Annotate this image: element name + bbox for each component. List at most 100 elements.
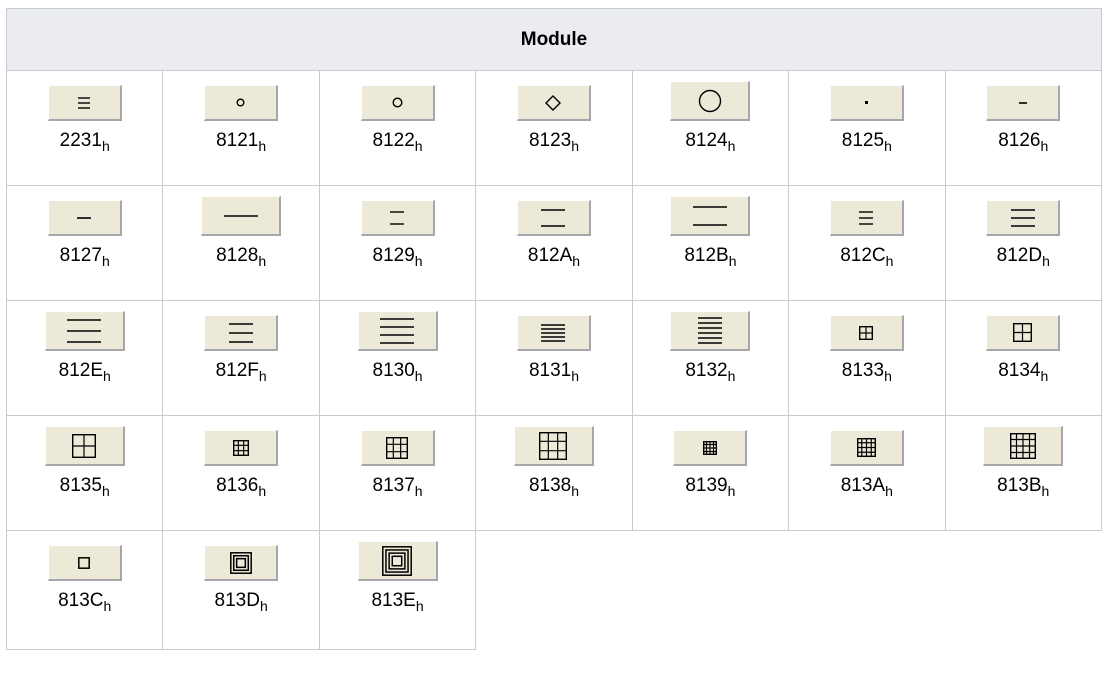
module-code: 812Ch [789,245,944,272]
module-button-8125[interactable] [829,85,904,121]
module-code-value: 813B [997,475,1042,496]
module-button-8124[interactable] [670,81,751,121]
module-button-8137[interactable] [360,430,435,466]
module-button-8126[interactable] [986,85,1061,121]
module-cell: 8132h [631,300,790,416]
module-code: 8135h [7,475,162,502]
module-code-value: 8129 [372,245,415,266]
dash-icon [77,216,92,219]
module-code-value: 8134 [998,360,1041,381]
module-code-value: 8127 [59,245,102,266]
large-grid-3x3-icon [539,431,568,460]
module-button-812e[interactable] [44,311,125,351]
three-lines-icon [1010,208,1035,227]
module-code-value: 8133 [841,360,885,381]
module-button-813b[interactable] [983,426,1064,466]
hex-subscript: h [884,368,892,384]
small-grid-2x2-icon [859,325,874,340]
five-lines-icon [541,323,566,342]
module-code: 813Eh [320,590,475,617]
table-header: Module [6,8,1102,71]
module-code-value: 813D [214,590,260,611]
module-button-812a[interactable] [516,200,591,236]
hex-subscript: h [1040,368,1049,384]
six-lines-icon [697,317,722,344]
module-button-8122[interactable] [360,85,435,121]
module-code: 812Ah [476,245,631,272]
module-code-value: 8123 [528,130,572,151]
hex-subscript: h [572,253,581,269]
module-button-2231[interactable] [47,85,122,121]
empty-cell [632,531,788,650]
hex-subscript: h [103,368,111,384]
module-button-8136[interactable] [204,430,279,466]
module-code: 8126h [946,130,1101,157]
module-cell: 8122h [318,70,477,186]
module-code: 8122h [320,130,475,157]
table-row: 812Eh 812Fh 8130h 8131h 8132h 8133h 8134h [5,300,1102,416]
module-button-812c[interactable] [829,200,904,236]
module-code-value: 8131 [528,360,572,381]
short-dash-icon [1018,101,1027,104]
table-row: 8135h 8136h 8137h 8138h 8139h 813Ah 813Bh [5,415,1102,531]
module-button-8134[interactable] [986,315,1061,351]
module-button-8133[interactable] [829,315,904,351]
module-button-8138[interactable] [513,426,594,466]
module-button-813d[interactable] [204,545,279,581]
module-cell: 8129h [318,185,477,301]
module-button-8127[interactable] [47,200,122,236]
hex-subscript: h [727,368,736,384]
module-button-8132[interactable] [670,311,751,351]
large-circle-icon [698,89,722,113]
module-code-value: 8125 [841,130,885,151]
three-lines-small-icon [78,96,91,109]
module-button-812b[interactable] [670,196,751,236]
module-button-8123[interactable] [516,85,591,121]
hex-subscript: h [1042,253,1050,269]
hex-subscript: h [571,138,580,154]
large-grid-2x2-icon [72,433,97,458]
module-code: 812Dh [946,245,1101,272]
hex-subscript: h [414,483,423,499]
module-button-813c[interactable] [47,545,122,581]
module-code: 813Bh [946,475,1101,502]
module-code: 813Ch [7,590,162,617]
module-button-8130[interactable] [357,311,438,351]
dot-icon [864,101,868,104]
module-button-813a[interactable] [829,430,904,466]
small-grid-3x3-icon [232,439,249,456]
table-row: 8127h 8128h 8129h 812Ah 812Bh 812Ch 812Dh [5,185,1102,301]
module-code: 8131h [476,360,631,387]
module-code: 813Ah [789,475,944,502]
module-button-813e[interactable] [357,541,438,581]
module-button-8121[interactable] [204,85,279,121]
module-code: 8129h [320,245,475,272]
module-table: Module 2231h 8121h 8122h 8123h 8124h 8125h 812… [5,8,1102,650]
module-code-value: 812B [684,245,729,266]
module-cell: 8127h [5,185,164,301]
hex-subscript: h [101,483,110,499]
hex-subscript: h [885,483,893,499]
three-medium-lines-icon [228,322,253,343]
module-code-value: 8132 [685,360,728,381]
small-grid-4x4-icon [702,440,717,455]
module-button-812d[interactable] [986,200,1061,236]
module-button-812f[interactable] [204,315,279,351]
module-button-8135[interactable] [44,426,125,466]
module-cell: 8124h [631,70,790,186]
module-cell: 812Fh [162,300,320,416]
module-code: 8121h [163,130,318,157]
module-button-8128[interactable] [201,196,282,236]
module-button-8129[interactable] [360,200,435,236]
module-cell: 8126h [944,70,1102,186]
module-button-8139[interactable] [673,430,748,466]
module-code: 8134h [946,360,1101,387]
module-code: 8128h [163,245,318,272]
module-code-value: 812F [215,360,259,381]
tiny-circle-icon [236,98,245,107]
module-cell: 812Bh [631,185,790,301]
three-short-lines-icon [859,210,874,225]
module-code: 8139h [633,475,788,502]
module-cell: 8136h [162,415,320,531]
module-button-8131[interactable] [516,315,591,351]
